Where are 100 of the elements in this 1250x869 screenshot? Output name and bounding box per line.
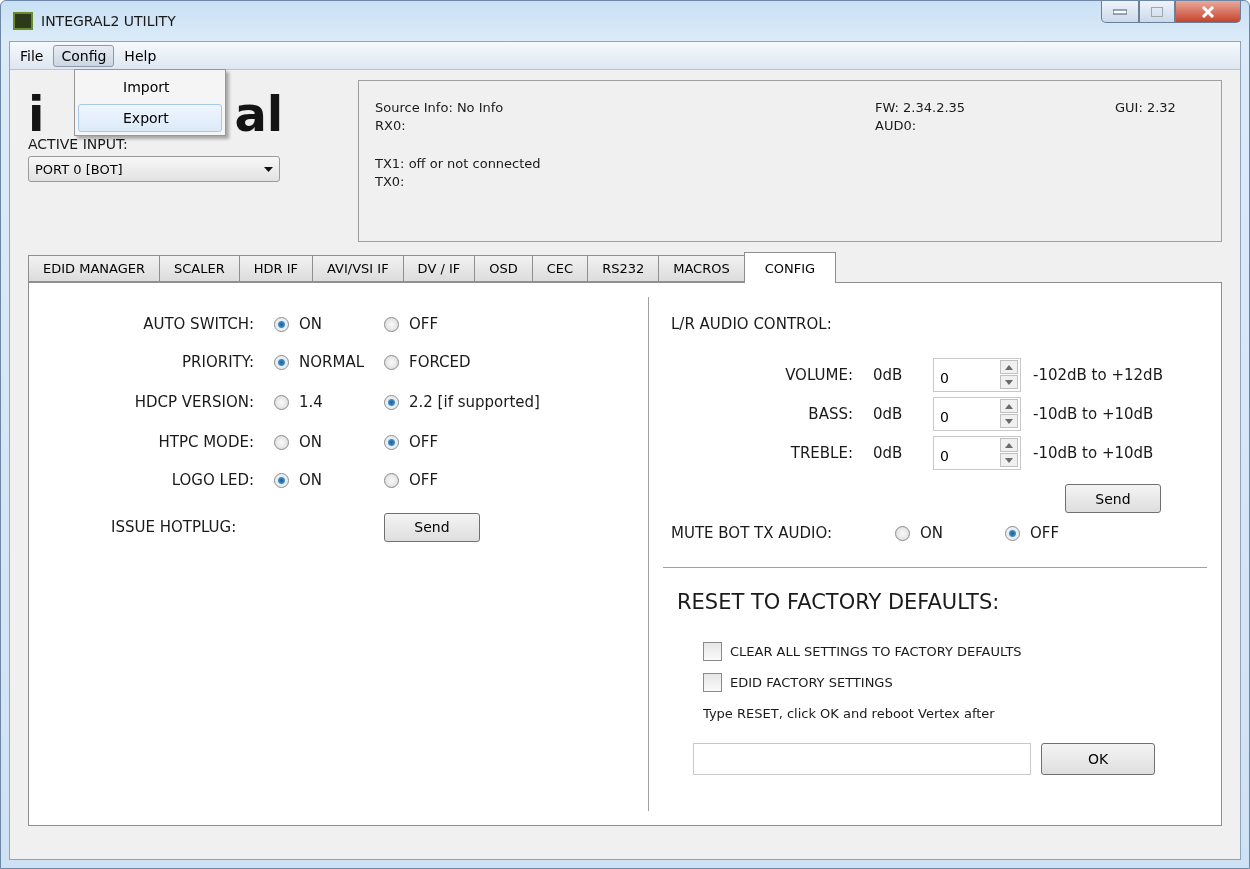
menu-option[interactable]: Import [78, 73, 222, 101]
tab[interactable]: CEC [531, 255, 589, 282]
checkbox[interactable] [703, 673, 722, 692]
radio-option[interactable]: 1.4 [274, 393, 384, 411]
radio-button[interactable] [895, 525, 910, 541]
tab[interactable]: SCALER [159, 255, 240, 282]
close-icon [1201, 5, 1215, 18]
active-input-dropdown[interactable]: PORT 0 [BOT] [28, 156, 280, 182]
radio-button[interactable] [384, 394, 399, 410]
radio-button[interactable] [1005, 525, 1020, 541]
radio-button[interactable] [274, 316, 289, 332]
maximize-button[interactable] [1139, 1, 1175, 23]
spin-up-button[interactable] [1000, 399, 1018, 413]
audio-range: -10dB to +10dB [1033, 404, 1155, 423]
audio-range: -102dB to +12dB [1033, 365, 1164, 384]
tab[interactable]: MACROS [658, 255, 745, 282]
tab[interactable]: HDR IF [238, 255, 313, 282]
reset-note: Type RESET, click OK and reboot Vertex after [703, 706, 996, 721]
checkbox-option[interactable]: CLEAR ALL SETTINGS TO FACTORY DEFAULTS [703, 636, 1207, 667]
arrow-up-icon [1005, 364, 1013, 370]
radio-option[interactable]: 2.2 [if supported] [384, 393, 648, 411]
info-text: AUD0: [875, 117, 918, 135]
spin-down-button[interactable] [1000, 375, 1018, 389]
active-input-label: ACTIVE INPUT: [28, 136, 129, 152]
radio-button[interactable] [384, 434, 399, 450]
spin-value[interactable]: 0 [934, 363, 994, 386]
radio-label: OFF [409, 471, 439, 489]
tab[interactable]: CONFIG [743, 252, 837, 283]
spin-value[interactable]: 0 [934, 441, 994, 464]
radio-button[interactable] [384, 316, 399, 332]
menu-item[interactable]: File [12, 44, 52, 67]
radio-label: 2.2 [if supported] [409, 393, 540, 411]
section-title: L/R AUDIO CONTROL: [671, 315, 833, 333]
menu-item[interactable]: Config [53, 44, 115, 67]
tab[interactable]: OSD [474, 255, 533, 282]
tab[interactable]: RS232 [587, 255, 660, 282]
radio-button[interactable] [274, 394, 289, 410]
checkbox[interactable] [703, 642, 722, 661]
audio-reading: 0dB [873, 404, 904, 423]
spin-box[interactable]: 0 [933, 357, 1021, 392]
spin-value[interactable]: 0 [934, 402, 994, 425]
spin-up-button[interactable] [1000, 360, 1018, 374]
audio-range: -10dB to +10dB [1033, 443, 1155, 462]
audio-reading: 0dB [873, 443, 904, 462]
radio-option[interactable]: ON [274, 433, 384, 451]
checkbox-label: EDID FACTORY SETTINGS [730, 675, 893, 690]
logo-text: al [234, 92, 284, 136]
radio-option[interactable]: ON [274, 471, 384, 489]
spin-down-button[interactable] [1000, 414, 1018, 428]
radio-button[interactable] [274, 434, 289, 450]
radio-option[interactable]: NORMAL [274, 353, 384, 371]
menu-option[interactable]: Export [78, 104, 222, 132]
info-text: FW: 2.34.2.35 [875, 99, 967, 117]
setting-label: AUTO SWITCH: [142, 315, 255, 333]
minimize-button[interactable] [1101, 1, 1139, 23]
radio-option[interactable]: ON [274, 315, 384, 333]
checkbox-option[interactable]: EDID FACTORY SETTINGS [703, 667, 1207, 698]
send-button[interactable]: Send [1065, 484, 1161, 513]
info-text: TX0: [375, 173, 406, 191]
radio-label: NORMAL [299, 353, 364, 371]
radio-label: ON [299, 471, 323, 489]
radio-option[interactable]: OFF [384, 315, 648, 333]
ok-button[interactable]: OK [1041, 743, 1155, 775]
radio-option[interactable]: ON [895, 524, 1005, 542]
spin-down-button[interactable] [1000, 453, 1018, 467]
setting-label: ISSUE HOTPLUG: [110, 518, 238, 536]
arrow-down-icon [1005, 418, 1013, 424]
radio-label: OFF [409, 433, 439, 451]
maximize-icon [1151, 6, 1163, 17]
arrow-up-icon [1005, 442, 1013, 448]
radio-label: 1.4 [299, 393, 323, 411]
window-title: INTEGRAL2 UTILITY [41, 13, 176, 29]
radio-label: ON [299, 315, 323, 333]
audio-label: BASS: [807, 404, 854, 423]
tab[interactable]: DV / IF [402, 255, 476, 282]
setting-label: HTPC MODE: [157, 433, 255, 451]
app-icon [13, 12, 33, 30]
setting-label: MUTE BOT TX AUDIO: [670, 524, 834, 542]
audio-label: VOLUME: [784, 365, 854, 384]
spin-box[interactable]: 0 [933, 396, 1021, 431]
tab[interactable]: AVI/VSI IF [312, 255, 404, 282]
info-text: GUI: 2.32 [1115, 99, 1177, 117]
radio-label: OFF [1030, 524, 1060, 542]
radio-option[interactable]: OFF [384, 471, 648, 489]
send-button[interactable]: Send [384, 512, 480, 542]
radio-option[interactable]: FORCED [384, 353, 648, 371]
audio-reading: 0dB [873, 365, 904, 384]
radio-button[interactable] [384, 472, 399, 488]
spin-box[interactable]: 0 [933, 435, 1021, 470]
info-text: RX0: [375, 117, 407, 135]
close-button[interactable] [1175, 1, 1241, 23]
radio-option[interactable]: OFF [1005, 524, 1207, 542]
radio-button[interactable] [274, 354, 289, 370]
radio-button[interactable] [384, 354, 399, 370]
reset-input-field[interactable] [693, 743, 1031, 775]
tab[interactable]: EDID MANAGER [28, 255, 161, 282]
spin-up-button[interactable] [1000, 438, 1018, 452]
radio-option[interactable]: OFF [384, 433, 648, 451]
radio-button[interactable] [274, 472, 289, 488]
menu-item[interactable]: Help [116, 44, 165, 67]
